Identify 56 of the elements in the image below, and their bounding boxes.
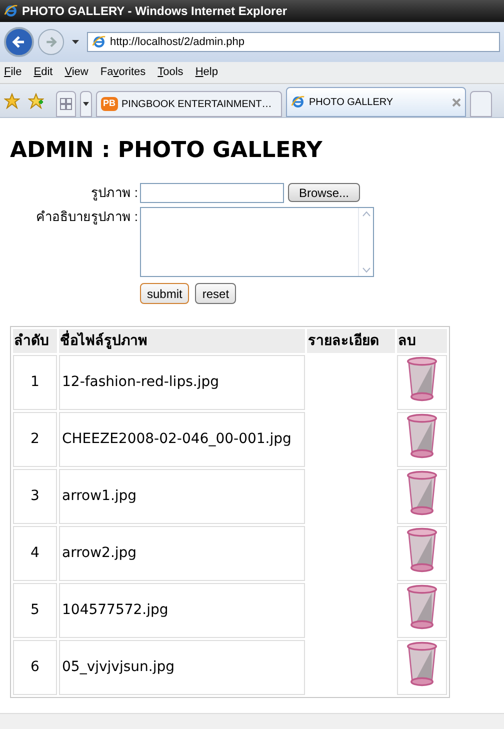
column-header: ลบ bbox=[397, 329, 447, 353]
table-cell: 05_vjvjvjsun.jpg bbox=[59, 640, 305, 695]
table-cell: CHEEZE2008-02-046_00-001.jpg bbox=[59, 412, 305, 467]
table-cell: 12-fashion-red-lips.jpg bbox=[59, 355, 305, 410]
menu-item[interactable]: File bbox=[4, 64, 22, 81]
scrollbar[interactable] bbox=[358, 208, 373, 276]
window-title: PHOTO GALLERY - Windows Internet Explorer bbox=[22, 3, 288, 20]
new-tab-button[interactable] bbox=[470, 91, 492, 117]
menu-item[interactable]: Tools bbox=[158, 64, 184, 81]
site-badge: PB bbox=[101, 97, 118, 111]
menu-item[interactable]: Edit bbox=[34, 64, 53, 81]
delete-trash-icon[interactable] bbox=[406, 527, 438, 573]
column-header: ลำดับ bbox=[13, 329, 57, 353]
page-icon bbox=[291, 95, 305, 109]
back-button[interactable] bbox=[4, 27, 34, 57]
tab-list-button[interactable] bbox=[80, 91, 92, 117]
page-icon bbox=[92, 35, 106, 49]
address-field[interactable]: http://localhost/2/admin.php bbox=[87, 32, 500, 52]
column-header: รายละเอียด bbox=[307, 329, 395, 353]
submit-button[interactable]: submit bbox=[140, 283, 190, 304]
grid-icon bbox=[60, 98, 72, 110]
description-field[interactable] bbox=[140, 207, 374, 277]
delete-trash-icon[interactable] bbox=[406, 413, 438, 459]
menu-item[interactable]: Favorites bbox=[100, 64, 146, 81]
menu-item[interactable]: View bbox=[64, 64, 88, 81]
column-header: ชื่อไฟล์รูปภาพ bbox=[59, 329, 305, 353]
table-cell: 2 bbox=[13, 412, 57, 467]
page-heading: ADMIN : PHOTO GALLERY bbox=[10, 137, 324, 165]
table-cell: 4 bbox=[13, 526, 57, 581]
table-cell: 1 bbox=[13, 355, 57, 410]
table-cell: 6 bbox=[13, 640, 57, 695]
browser-logo-icon bbox=[4, 4, 18, 18]
browser-tab[interactable]: PB PINGBOOK ENTERTAINMENT… bbox=[96, 91, 282, 117]
url-text: http://localhost/2/admin.php bbox=[110, 34, 245, 50]
table-cell: arrow1.jpg bbox=[59, 469, 305, 524]
table-cell: 104577572.jpg bbox=[59, 583, 305, 638]
left-arrow-icon bbox=[11, 34, 27, 50]
table-cell: 5 bbox=[13, 583, 57, 638]
delete-trash-icon[interactable] bbox=[406, 356, 438, 402]
table-cell: arrow2.jpg bbox=[59, 526, 305, 581]
file-path-field[interactable] bbox=[140, 183, 284, 203]
reset-button[interactable]: reset bbox=[195, 283, 236, 304]
star-icon[interactable] bbox=[4, 92, 20, 108]
field-label: คำอธิบายรูปภาพ : bbox=[34, 208, 138, 226]
menu-item[interactable]: Help bbox=[195, 64, 218, 81]
delete-trash-icon[interactable] bbox=[406, 641, 438, 687]
delete-trash-icon[interactable] bbox=[406, 470, 438, 516]
field-label: รูปภาพ : bbox=[90, 184, 138, 202]
delete-trash-icon[interactable] bbox=[406, 584, 438, 630]
browser-tab[interactable]: PHOTO GALLERY bbox=[286, 87, 466, 117]
table-cell: 3 bbox=[13, 469, 57, 524]
close-icon[interactable] bbox=[452, 98, 461, 106]
caret-icon bbox=[83, 102, 89, 106]
browse-button[interactable]: Browse... bbox=[288, 183, 360, 202]
right-arrow-icon bbox=[44, 35, 58, 49]
add-star-icon[interactable] bbox=[28, 92, 44, 108]
